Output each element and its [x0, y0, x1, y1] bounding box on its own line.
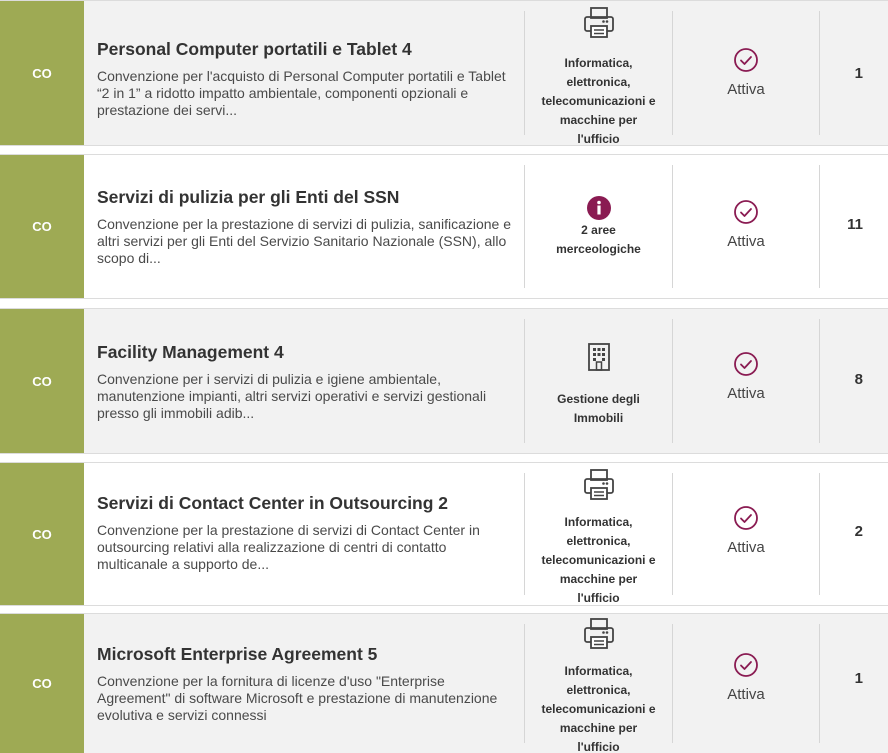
item-title[interactable]: Facility Management 4: [97, 342, 517, 363]
count-value: 11: [847, 216, 863, 233]
category-label: l'ufficio: [577, 591, 620, 605]
check-circle-icon: [734, 48, 758, 72]
list-item[interactable]: CO Servizi di pulizia per gli Enti del S…: [0, 154, 888, 299]
status-cell: Attiva: [673, 47, 819, 98]
item-info: Servizi di pulizia per gli Enti del SSN …: [97, 187, 517, 267]
category-label: merceologiche: [556, 242, 641, 256]
check-circle-icon: [734, 653, 758, 677]
building-icon: [587, 343, 610, 371]
type-badge: CO: [0, 463, 84, 605]
count-value: 8: [854, 371, 863, 388]
item-description: Convenzione per i servizi di pulizia e i…: [97, 371, 487, 421]
category-label: Immobili: [573, 411, 624, 425]
printer-icon: [583, 469, 614, 500]
item-description: Convenzione per la fornitura di licenze …: [97, 673, 498, 723]
item-description: Convenzione per la prestazione di serviz…: [97, 216, 512, 266]
category-label: Informatica,: [564, 664, 633, 678]
type-badge: CO: [0, 309, 84, 453]
type-badge: CO: [0, 1, 84, 145]
category-label: Gestione degli: [557, 392, 640, 406]
list-item[interactable]: CO Facility Management 4 Convenzione per…: [0, 308, 888, 454]
category-cell: Gestione degli Immobili: [525, 342, 672, 428]
status-cell: Attiva: [673, 351, 819, 402]
check-circle-icon: [734, 200, 758, 224]
item-info: Microsoft Enterprise Agreement 5 Convenz…: [97, 644, 517, 724]
category-cell: Informatica, elettronica, telecomunicazi…: [525, 5, 672, 149]
item-info: Facility Management 4 Convenzione per i …: [97, 342, 517, 422]
info-icon: [586, 196, 611, 220]
item-description: Convenzione per la prestazione di serviz…: [97, 522, 480, 572]
printer-icon: [583, 618, 614, 649]
item-info: Personal Computer portatili e Tablet 4 C…: [97, 39, 517, 119]
category-label: 2 aree: [581, 223, 616, 237]
status-label: Attiva: [727, 686, 765, 703]
category-label: macchine per: [559, 572, 638, 586]
category-label: telecomunicazioni e: [541, 702, 656, 716]
item-title[interactable]: Servizi di pulizia per gli Enti del SSN: [97, 187, 517, 208]
type-badge: CO: [0, 614, 84, 753]
status-cell: Attiva: [673, 652, 819, 703]
check-circle-icon: [734, 506, 758, 530]
list-item[interactable]: CO Personal Computer portatili e Tablet …: [0, 0, 888, 146]
category-label: l'ufficio: [577, 740, 620, 753]
list-item[interactable]: CO Servizi di Contact Center in Outsourc…: [0, 462, 888, 606]
category-label: Informatica,: [564, 515, 633, 529]
item-title[interactable]: Microsoft Enterprise Agreement 5: [97, 644, 517, 665]
convention-list: CO Personal Computer portatili e Tablet …: [0, 0, 888, 753]
category-label: elettronica,: [566, 534, 631, 548]
count-value: 1: [854, 670, 863, 687]
check-circle-icon: [734, 352, 758, 376]
status-label: Attiva: [727, 539, 765, 556]
category-cell: Informatica, elettronica, telecomunicazi…: [525, 467, 672, 608]
category-label: elettronica,: [566, 75, 631, 89]
category-label: telecomunicazioni e: [541, 94, 656, 108]
printer-icon: [583, 7, 614, 38]
status-cell: Attiva: [673, 199, 819, 250]
count-value: 1: [854, 65, 863, 82]
status-label: Attiva: [727, 385, 765, 402]
category-label: l'ufficio: [577, 132, 620, 146]
category-label: macchine per: [559, 113, 638, 127]
status-label: Attiva: [727, 81, 765, 98]
status-label: Attiva: [727, 233, 765, 250]
category-cell: Informatica, elettronica, telecomunicazi…: [525, 616, 672, 753]
list-item[interactable]: CO Microsoft Enterprise Agreement 5 Conv…: [0, 613, 888, 753]
category-label: elettronica,: [566, 683, 631, 697]
category-label: Informatica,: [564, 56, 633, 70]
status-cell: Attiva: [673, 505, 819, 556]
item-info: Servizi di Contact Center in Outsourcing…: [97, 493, 517, 573]
category-label: telecomunicazioni e: [541, 553, 656, 567]
item-title[interactable]: Personal Computer portatili e Tablet 4: [97, 39, 517, 60]
type-badge: CO: [0, 155, 84, 298]
category-label: macchine per: [559, 721, 638, 735]
item-description: Convenzione per l'acquisto di Personal C…: [97, 68, 506, 118]
category-cell: 2 aree merceologiche: [525, 195, 672, 259]
count-value: 2: [854, 523, 863, 540]
item-title[interactable]: Servizi di Contact Center in Outsourcing…: [97, 493, 517, 514]
